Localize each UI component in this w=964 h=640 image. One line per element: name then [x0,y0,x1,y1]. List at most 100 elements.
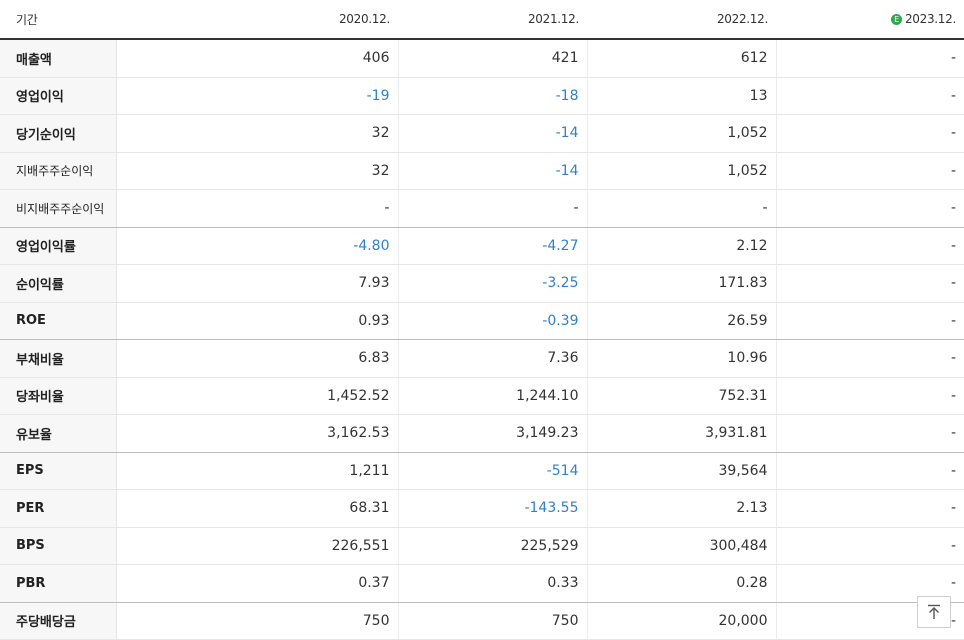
table-cell: 421 [398,39,588,78]
table-cell: - [776,77,964,115]
table-cell: 0.28 [587,564,777,603]
table-cell: 3,149.23 [398,414,588,453]
year-header-label: 2023.12. [904,12,956,26]
table-row: ROE 0.93 -0.39 26.59- [0,302,964,340]
table-cell: - [776,489,964,528]
table-cell: 32 [116,152,399,190]
table-cell: 750 [116,602,399,640]
table-cell: 750 [398,602,588,640]
table-cell: 225,529 [398,527,588,565]
row-label: BPS [0,527,117,565]
table-cell: -18 [398,77,588,115]
table-cell: - [116,189,399,228]
table-cell: 1,211 [116,452,399,490]
table-cell: 68.31 [116,489,399,528]
table-cell: -4.80 [116,227,399,265]
table-cell: 0.33 [398,564,588,603]
table-cell: 32 [116,114,399,153]
year-header: 2022.12. [587,0,776,40]
table-row: BPS 226,551 225,529 300,484- [0,527,964,565]
table-cell: -514 [398,452,588,490]
table-row: 부채비율 6.83 7.36 10.96- [0,339,964,378]
table-cell: -143.55 [398,489,588,528]
table-cell: 3,931.81 [587,414,777,453]
table-cell: - [776,377,964,415]
table-cell: - [776,189,964,228]
row-label: 영업이익률 [0,227,117,265]
table-cell: -4.27 [398,227,588,265]
year-header: 2021.12. [398,0,587,40]
table-row: 지배주주순이익 32 -14 1,052- [0,152,964,190]
table-cell: -0.39 [398,302,588,340]
table-cell: 300,484 [587,527,777,565]
year-header-estimate: E 2023.12. [776,0,964,40]
table-cell: - [587,189,777,228]
table-cell: - [776,114,964,153]
header-row: 기간 2020.12. 2021.12. 2022.12. E 2023.12. [0,0,964,40]
table-cell: - [776,152,964,190]
table-cell: - [776,302,964,340]
scroll-to-top-button[interactable] [917,596,951,628]
table-cell: 7.36 [398,339,588,378]
row-label: ROE [0,302,117,340]
table-cell: 10.96 [587,339,777,378]
table-cell: 0.37 [116,564,399,603]
row-label: 비지배주주순이익 [0,189,117,228]
table-cell: -3.25 [398,264,588,303]
table-cell: - [776,527,964,565]
table-row: PER 68.31 -143.55 2.13- [0,489,964,528]
table-row: PBR 0.37 0.33 0.28- [0,564,964,603]
row-label: 지배주주순이익 [0,152,117,190]
table-cell: 20,000 [587,602,777,640]
table-row: 영업이익률 -4.80 -4.27 2.12- [0,227,964,265]
table-cell: 1,052 [587,114,777,153]
table-cell: 226,551 [116,527,399,565]
table-cell: 406 [116,39,399,78]
table-row: 순이익률 7.93 -3.25 171.83- [0,264,964,303]
table-row: 영업이익 -19 -18 13- [0,77,964,115]
table-cell: 2.13 [587,489,777,528]
table-cell: 0.93 [116,302,399,340]
table-cell: 2.12 [587,227,777,265]
row-label: 매출액 [0,39,117,78]
row-label: 주당배당금 [0,602,117,640]
table-cell: 39,564 [587,452,777,490]
table-cell: 1,244.10 [398,377,588,415]
table-cell: - [776,452,964,490]
table-row: EPS 1,211 -514 39,564- [0,452,964,490]
table-row: 유보율 3,162.53 3,149.23 3,931.81- [0,414,964,453]
table-cell: 3,162.53 [116,414,399,453]
table-cell: 7.93 [116,264,399,303]
table-cell: -14 [398,152,588,190]
table-cell: - [776,39,964,78]
table-cell: - [776,264,964,303]
arrow-up-to-top-icon [928,604,940,619]
row-label: PER [0,489,117,528]
table-row: 주당배당금 750 750 20,000- [0,602,964,640]
row-label: 부채비율 [0,339,117,378]
financial-summary-table: 기간 2020.12. 2021.12. 2022.12. E 2023.12. … [0,0,964,640]
table-cell: 1,452.52 [116,377,399,415]
row-label: 당기순이익 [0,114,117,153]
table-row: 비지배주주순이익 - - - - [0,189,964,228]
table-cell: - [776,339,964,378]
table-cell: -14 [398,114,588,153]
table-row: 당기순이익 32 -14 1,052- [0,114,964,153]
table-row: 매출액 406 421 612- [0,39,964,78]
row-label: PBR [0,564,117,603]
row-label: 당좌비율 [0,377,117,415]
table-cell: -19 [116,77,399,115]
table-cell: - [776,414,964,453]
table-cell: 26.59 [587,302,777,340]
table-cell: 1,052 [587,152,777,190]
table-cell: 612 [587,39,777,78]
row-label: 유보율 [0,414,117,453]
table-cell: 13 [587,77,777,115]
table-cell: - [398,189,588,228]
period-header: 기간 [0,0,116,40]
row-label: 영업이익 [0,77,117,115]
table-cell: 6.83 [116,339,399,378]
table-cell: 752.31 [587,377,777,415]
table-cell: - [776,227,964,265]
table-cell: 171.83 [587,264,777,303]
